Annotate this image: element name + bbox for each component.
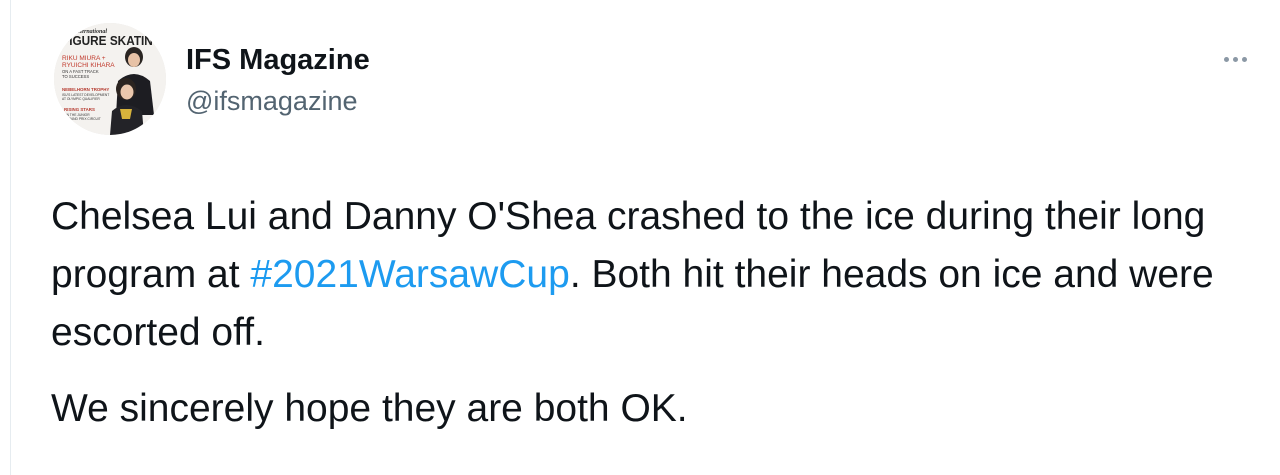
more-options-button[interactable] bbox=[1213, 44, 1257, 74]
magazine-cover-image: International FIGURE SKATING RIKU MIURA … bbox=[54, 23, 166, 135]
cover-line-4: TO SUCCESS bbox=[62, 74, 89, 79]
cover-masthead: FIGURE SKATING bbox=[62, 33, 162, 48]
cover-line-10: GRAND PRIX CIRCUIT bbox=[66, 117, 101, 121]
tweet-paragraph-2: We sincerely hope they are both OK. bbox=[51, 387, 688, 430]
author-name[interactable]: IFS Magazine bbox=[186, 42, 370, 78]
cover-line-7: AT OLYMPIC QUALIFIER bbox=[62, 97, 100, 101]
author-handle[interactable]: @ifsmagazine bbox=[186, 84, 357, 118]
tweet-text: Chelsea Lui and Danny O'Shea crashed to … bbox=[51, 188, 1266, 438]
hashtag-link[interactable]: #2021WarsawCup bbox=[250, 253, 569, 296]
tweet-card: International FIGURE SKATING RIKU MIURA … bbox=[10, 0, 1280, 475]
more-horizontal-icon bbox=[1222, 56, 1249, 62]
tweet-paragraph-1: Chelsea Lui and Danny O'Shea crashed to … bbox=[51, 188, 1266, 362]
cover-line-1: RIKU MIURA + bbox=[62, 55, 106, 62]
cover-line-8: RISING STARS bbox=[64, 107, 95, 112]
cover-line-2: RYUICHI KIHARA bbox=[62, 62, 115, 69]
author-avatar[interactable]: International FIGURE SKATING RIKU MIURA … bbox=[54, 23, 166, 135]
cover-line-5: NEBELHORN TROPHY bbox=[62, 87, 109, 92]
